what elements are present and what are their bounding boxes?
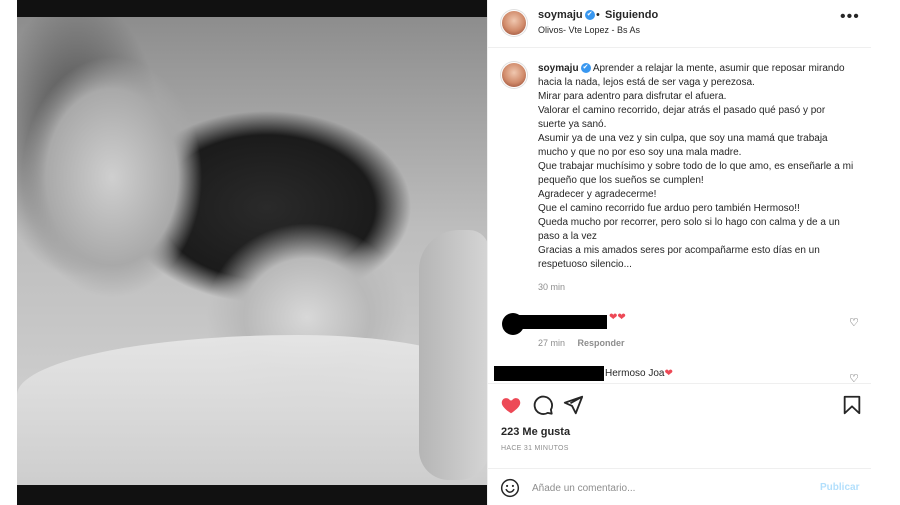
comment-time: 27 min	[538, 338, 566, 348]
caption-text: soymaju ✔ Aprender a relajar la mente, as…	[538, 62, 854, 272]
author-username-text[interactable]: soymaju	[538, 9, 583, 21]
caption-verified-badge-icon: ✔	[580, 63, 591, 74]
author-username[interactable]: soymaju ✔	[538, 9, 595, 21]
redacted-username	[512, 315, 607, 329]
comment-input[interactable]	[532, 480, 792, 496]
post-location[interactable]: Olivos- Vte Lopez - Bs As	[538, 25, 640, 35]
comment-like-heart-outline-icon[interactable]: ♡	[849, 316, 859, 329]
author-avatar[interactable]	[502, 11, 526, 35]
bookmark-icon[interactable]	[841, 394, 863, 416]
comment-text: ❤❤	[609, 312, 626, 323]
photo-hand-area	[419, 230, 487, 480]
photo-sheet-area	[17, 335, 487, 485]
heart-filled-icon[interactable]	[500, 394, 522, 416]
reply-button[interactable]: Responder	[578, 338, 625, 348]
caption-line-7: Que el camino recorrido fue arduo pero t…	[538, 203, 800, 214]
comment-meta: 27 min Responder	[538, 338, 625, 348]
post-photo[interactable]	[17, 0, 487, 505]
comment-item: Hermoso Joa❤ ♡	[488, 364, 871, 384]
comment-item: ❤❤ ♡ 27 min Responder	[488, 310, 871, 358]
likes-count[interactable]: 223 Me gusta	[501, 426, 570, 438]
comment-heart-emoji: ❤	[664, 368, 673, 379]
caption-line-3: Valorar el camino recorrido, dejar atrás…	[538, 105, 826, 130]
caption-line-5: Que trabajar muchísimo y sobre todo de l…	[538, 161, 854, 186]
paper-plane-icon[interactable]	[562, 394, 584, 416]
caption-line-8: Queda mucho por recorrer, pero solo si l…	[538, 217, 840, 242]
comment-composer: Publicar	[488, 468, 871, 505]
post-header: soymaju ✔ • Siguiendo Olivos- Vte Lopez -…	[488, 0, 871, 48]
header-separator: •	[596, 9, 600, 21]
action-bar	[488, 383, 871, 423]
more-options-icon[interactable]: •••	[840, 8, 860, 26]
redacted-username	[494, 366, 604, 381]
speech-bubble-icon[interactable]	[532, 394, 554, 416]
caption-line-6: Agradecer y agradecerme!	[538, 189, 657, 200]
post-age: HACE 31 MINUTOS	[501, 445, 569, 452]
caption-author-avatar[interactable]	[502, 63, 526, 87]
caption-line-4: Asumir ya de una vez y sin culpa, que so…	[538, 133, 828, 158]
post-side-panel: soymaju ✔ • Siguiendo Olivos- Vte Lopez -…	[487, 0, 871, 505]
comment-text-words: Hermoso Joa	[605, 368, 665, 379]
following-button[interactable]: Siguiendo	[605, 9, 658, 21]
publish-button[interactable]: Publicar	[820, 482, 859, 493]
caption-line-2: Mirar para adentro para disfrutar el afu…	[538, 91, 727, 102]
verified-badge-icon: ✔	[584, 10, 595, 21]
smiley-icon[interactable]	[500, 478, 520, 498]
comment-text: Hermoso Joa❤	[605, 368, 673, 379]
caption-line-9: Gracias a mis amados seres por acompañar…	[538, 245, 820, 270]
caption-timestamp: 30 min	[538, 282, 566, 292]
caption-username[interactable]: soymaju	[538, 63, 579, 74]
